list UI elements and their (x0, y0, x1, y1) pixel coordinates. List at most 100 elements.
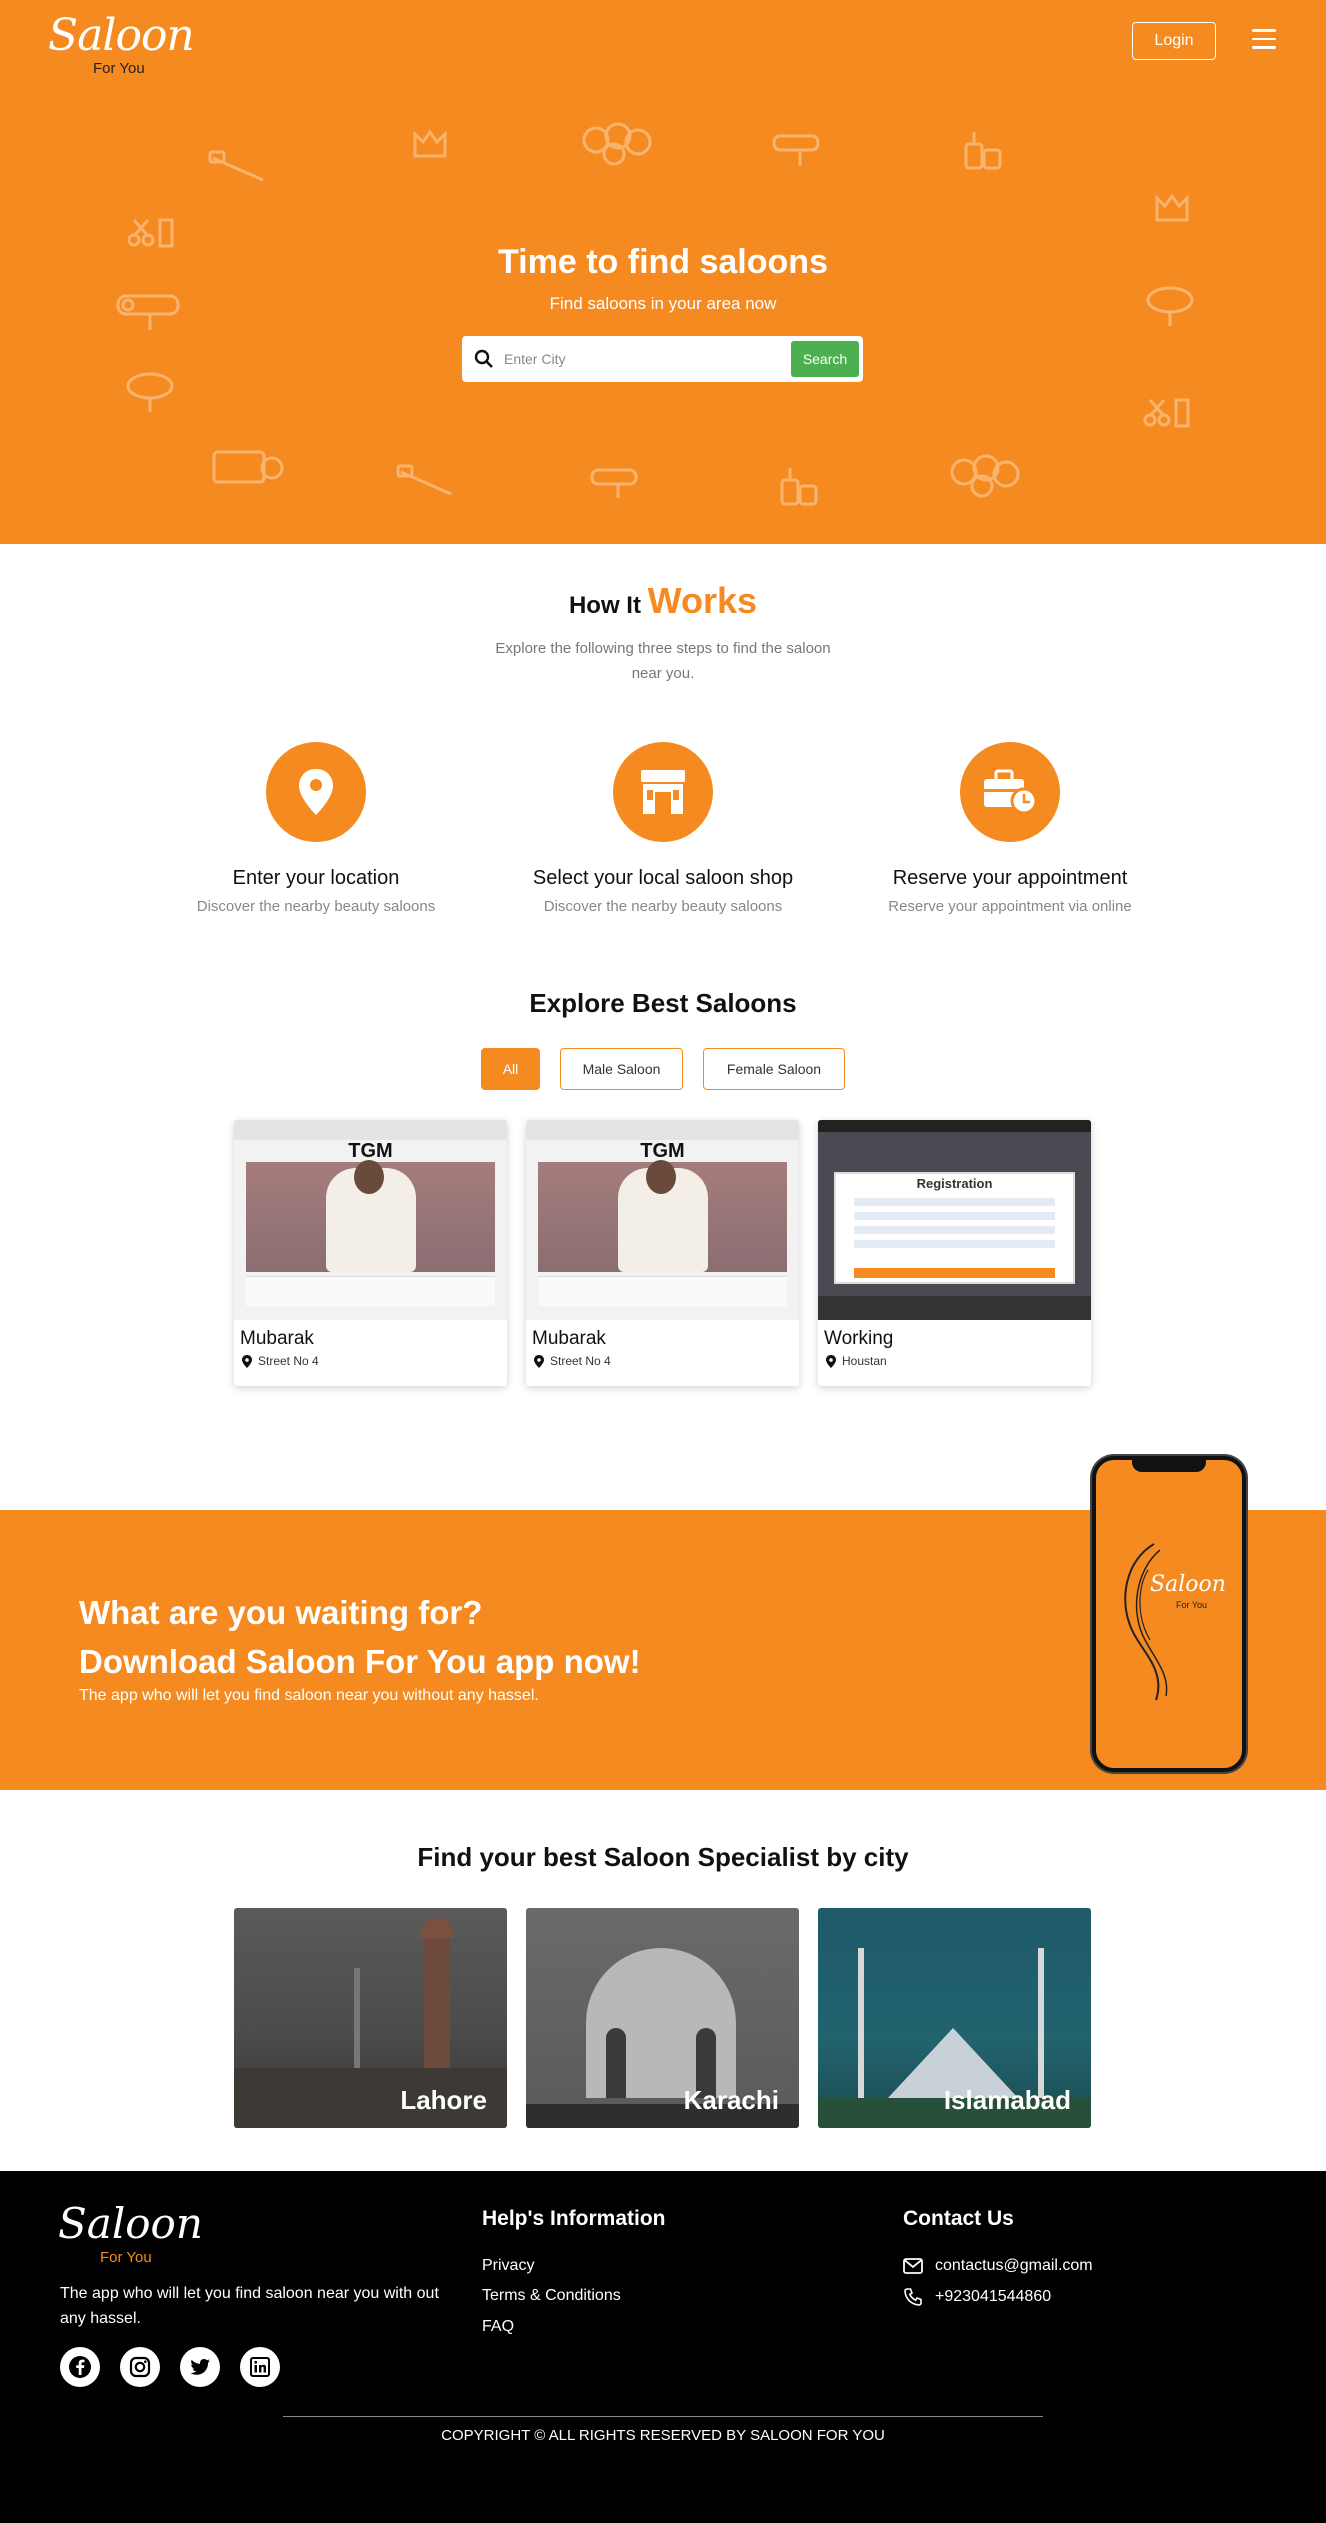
search-button[interactable]: Search (791, 341, 859, 377)
help-info-title: Help's Information (482, 2207, 666, 2230)
mail-icon (903, 2258, 923, 2274)
location-pin-icon (299, 769, 333, 815)
city-search-input[interactable] (504, 351, 791, 367)
login-button[interactable]: Login (1132, 22, 1216, 60)
clipper-icon (212, 450, 284, 484)
location-pin-icon (242, 1354, 252, 1368)
step-icon-circle (960, 742, 1060, 842)
footer-logo-subtitle: For You (100, 2249, 152, 2266)
app-download-banner: What are you waiting for? Download Saloo… (0, 1456, 1326, 1790)
menu-icon[interactable] (1252, 29, 1276, 51)
saloon-name: Working (824, 1328, 894, 1349)
explore-title: Explore Best Saloons (529, 988, 797, 1018)
saloon-location-text: Street No 4 (550, 1354, 611, 1368)
crown-icon (1155, 193, 1189, 222)
privacy-link[interactable]: Privacy (482, 2257, 534, 2275)
filter-female-saloon[interactable]: Female Saloon (703, 1048, 845, 1090)
cities-title: Find your best Saloon Specialist by city (417, 1842, 909, 1872)
saloon-thumbnail: Registration (818, 1120, 1091, 1320)
location-pin-icon (534, 1354, 544, 1368)
step-title: Enter your location (232, 867, 400, 889)
curlers-icon (582, 122, 652, 166)
contact-phone[interactable]: +923041544860 (903, 2287, 1051, 2307)
twitter-icon[interactable] (180, 2347, 220, 2387)
how-title-plain: How It (568, 592, 641, 619)
phone-logo-script: Saloon (1150, 1572, 1226, 1597)
terms-link[interactable]: Terms & Conditions (482, 2287, 621, 2305)
city-card-lahore[interactable]: Lahore (234, 1908, 507, 2128)
phone-logo-subtitle: For You (1176, 1600, 1208, 1610)
saloon-card[interactable]: TGM Mubarak Street No 4 (234, 1120, 507, 1386)
saloon-name: Mubarak (532, 1328, 606, 1349)
footer-divider (283, 2416, 1043, 2417)
saloon-location: Street No 4 (534, 1354, 799, 1368)
copyright-text: COPYRIGHT © ALL RIGHTS RESERVED BY SALOO… (441, 2427, 885, 2444)
cities-section: Find your best Saloon Specialist by city… (0, 1790, 1326, 2171)
spray-bottle-icon (780, 468, 818, 506)
thumbnail-title: Registration (916, 1176, 993, 1191)
thumbnail-title: TGM (640, 1140, 685, 1162)
app-banner-text: The app who will let you find saloon nea… (79, 1687, 539, 1704)
saloon-card[interactable]: TGM Mubarak Street No 4 (526, 1120, 799, 1386)
phone-mockup: Saloon For You (1092, 1456, 1246, 1772)
logo-script: Saloon (48, 10, 195, 61)
app-logo-graphic (1124, 1543, 1168, 1701)
location-pin-icon (826, 1354, 836, 1368)
footer-logo[interactable]: Saloon For You (58, 2199, 203, 2269)
step-title: Select your local saloon shop (532, 867, 794, 889)
logo-subtitle: For You (93, 60, 145, 77)
saloon-location: Houstan (826, 1354, 1091, 1368)
search-icon (474, 349, 493, 368)
razor-icon (208, 150, 264, 182)
hair-dryer-icon (590, 468, 638, 498)
contact-email[interactable]: contactus@gmail.com (903, 2257, 1093, 2275)
saloon-card[interactable]: Registration Working Houstan (818, 1120, 1091, 1386)
how-title-accent: Works (647, 580, 758, 621)
explore-section: Explore Best Saloons All Male Saloon Fem… (0, 974, 1326, 1510)
city-search: Search (462, 336, 863, 382)
saloon-name: Mubarak (240, 1328, 314, 1349)
thumbnail-title: TGM (348, 1140, 393, 1162)
step-icon-circle (613, 742, 713, 842)
spray-bottle-icon (964, 132, 1002, 170)
city-name: Islamabad (943, 2085, 1071, 2115)
saloon-location-text: Houstan (842, 1354, 887, 1368)
brand-logo[interactable]: Saloon For You (48, 10, 195, 80)
mirror-icon (126, 372, 174, 412)
site-footer: Saloon For You The app who will let you … (0, 2171, 1326, 2523)
city-card-islamabad[interactable]: Islamabad (818, 1908, 1091, 2128)
app-banner-heading-2: Download Saloon For You app now! (79, 1643, 641, 1680)
step-description: Discover the nearby beauty saloons (196, 898, 436, 915)
briefcase-clock-icon (984, 769, 1038, 815)
filter-male-saloon[interactable]: Male Saloon (560, 1048, 683, 1090)
hero-subtitle: Find saloons in your area now (549, 294, 777, 313)
footer-logo-script: Saloon (58, 2199, 203, 2248)
step-reserve-appointment: Reserve your appointment Reserve your ap… (845, 742, 1175, 915)
hero-title: Time to find saloons (498, 243, 828, 281)
hair-dryer-icon (772, 134, 820, 166)
step-description: Reserve your appointment via online (888, 898, 1132, 915)
app-banner-heading-1: What are you waiting for? (79, 1594, 483, 1631)
step-enter-location: Enter your location Discover the nearby … (151, 742, 481, 915)
saloon-location-text: Street No 4 (258, 1354, 319, 1368)
scissors-comb-icon (1143, 398, 1190, 428)
step-description: Discover the nearby beauty saloons (543, 898, 783, 915)
contact-email-text: contactus@gmail.com (935, 2257, 1093, 2274)
saloon-location: Street No 4 (242, 1354, 507, 1368)
shop-icon (641, 770, 685, 814)
faq-link[interactable]: FAQ (482, 2318, 514, 2336)
city-card-karachi[interactable]: Karachi (526, 1908, 799, 2128)
how-it-works-title: How It Works (0, 580, 1326, 622)
linkedin-icon[interactable] (240, 2347, 280, 2387)
instagram-icon[interactable] (120, 2347, 160, 2387)
step-title: Reserve your appointment (892, 867, 1128, 889)
step-select-shop: Select your local saloon shop Discover t… (498, 742, 828, 915)
razor-icon (396, 464, 452, 496)
footer-description: The app who will let you find saloon nea… (60, 2285, 439, 2327)
how-it-works-section: How It Works Explore the following three… (0, 544, 1326, 974)
hero-section: Saloon For You Login Time to find saloon… (0, 0, 1326, 544)
contact-title: Contact Us (903, 2207, 1014, 2230)
filter-all[interactable]: All (481, 1048, 540, 1090)
facebook-icon[interactable] (60, 2347, 100, 2387)
city-name: Lahore (400, 2085, 487, 2115)
